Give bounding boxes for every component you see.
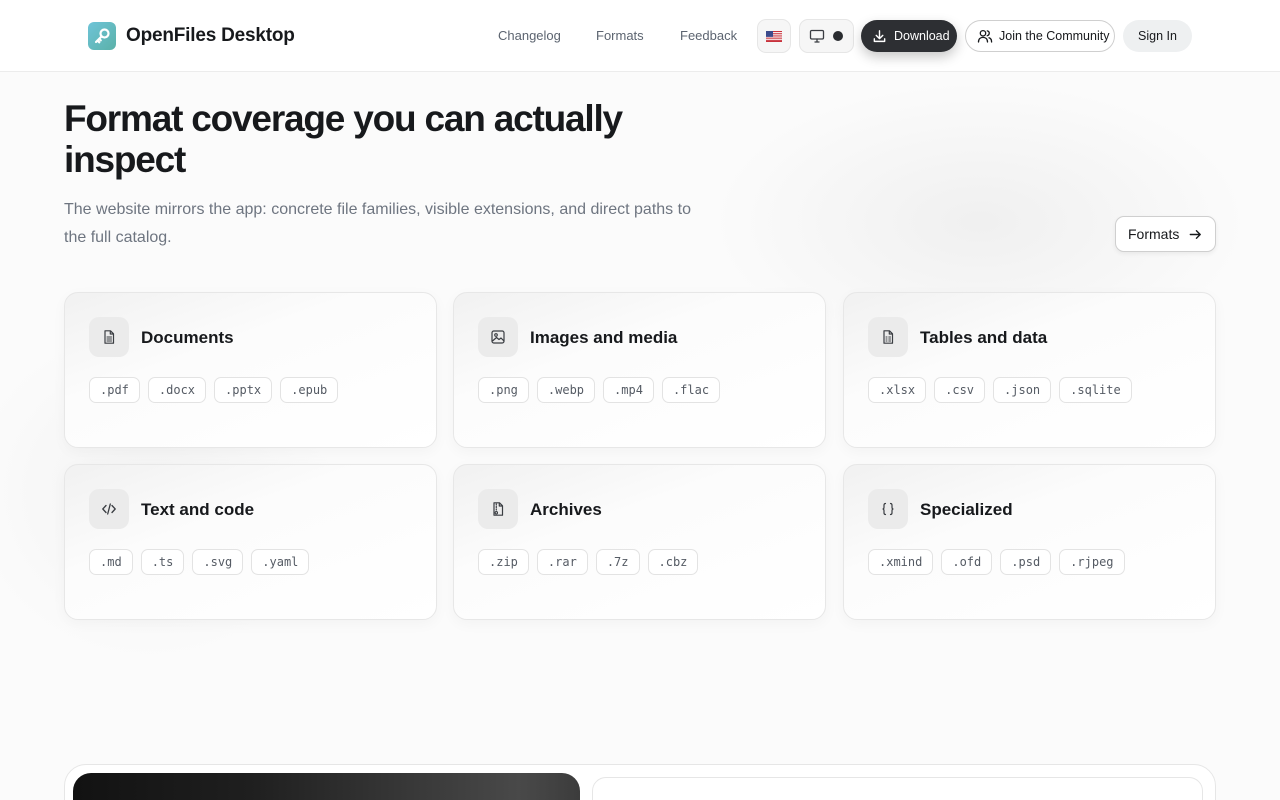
category-card-archives[interactable]: Archives .zip .rar .7z .cbz (453, 464, 826, 620)
category-card-text-and-code[interactable]: Text and code .md .ts .svg .yaml (64, 464, 437, 620)
code-icon (89, 489, 129, 529)
extension-chip[interactable]: .zip (478, 549, 529, 575)
extension-chip[interactable]: .psd (1000, 549, 1052, 575)
extension-chip[interactable]: .ofd (941, 549, 993, 575)
extension-chip[interactable]: .svg (192, 549, 244, 575)
theme-dot-icon (833, 31, 843, 41)
logo-key-icon (88, 22, 116, 50)
document-icon (89, 317, 129, 357)
extension-list: .zip .rar .7z .cbz (478, 549, 699, 575)
spreadsheet-icon (868, 317, 908, 357)
category-title: Documents (141, 328, 234, 347)
brand-name: OpenFiles Desktop (126, 25, 295, 46)
extension-list: .xmind .ofd .psd .rjpeg (868, 549, 1125, 575)
brand[interactable]: OpenFiles Desktop (88, 22, 295, 50)
extension-chip[interactable]: .mp4 (603, 377, 654, 403)
extension-chip[interactable]: .ts (140, 549, 185, 575)
extension-chip[interactable]: .pptx (214, 377, 273, 403)
nav-link-changelog[interactable]: Changelog (498, 28, 561, 43)
category-card-tables-and-data[interactable]: Tables and data .xlsx .csv .json .sqlite (843, 292, 1216, 448)
formats-button-label: Formats (1128, 226, 1180, 242)
extension-list: .xlsx .csv .json .sqlite (868, 377, 1132, 403)
extension-chip[interactable]: .webp (536, 377, 596, 403)
category-card-images-and-media[interactable]: Images and media .png .webp .mp4 .flac (453, 292, 826, 448)
monitor-icon (809, 29, 825, 43)
nav-link-formats[interactable]: Formats (596, 28, 644, 43)
download-icon (873, 29, 886, 42)
category-title: Specialized (920, 500, 1013, 519)
preview-light-card (592, 777, 1203, 800)
page-subtitle: The website mirrors the app: concrete fi… (64, 201, 691, 246)
download-label: Download (894, 29, 950, 43)
extension-chip[interactable]: .flac (661, 377, 721, 403)
join-community-button[interactable]: Join the Community (965, 20, 1115, 52)
extension-chip[interactable]: .docx (147, 377, 207, 403)
extension-chip[interactable]: .sqlite (1059, 377, 1132, 403)
extension-chip[interactable]: .md (89, 549, 133, 575)
braces-icon (868, 489, 908, 529)
category-card-documents[interactable]: Documents .pdf .docx .pptx .epub (64, 292, 437, 448)
sign-in-button[interactable]: Sign In (1123, 20, 1192, 52)
extension-chip[interactable]: .rjpeg (1059, 549, 1125, 575)
extension-list: .pdf .docx .pptx .epub (89, 377, 339, 403)
language-selector-button[interactable] (757, 19, 791, 53)
extension-chip[interactable]: .epub (280, 377, 339, 403)
archive-icon (478, 489, 518, 529)
extension-list: .png .webp .mp4 .flac (478, 377, 721, 403)
category-card-specialized[interactable]: Specialized .xmind .ofd .psd .rjpeg (843, 464, 1216, 620)
extension-chip[interactable]: .yaml (251, 549, 310, 575)
formats-button[interactable]: Formats (1115, 216, 1216, 252)
extension-chip[interactable]: .7z (595, 549, 640, 575)
image-icon (478, 317, 518, 357)
join-community-label: Join the Community (999, 29, 1110, 43)
category-title: Tables and data (920, 328, 1048, 347)
arrow-right-icon (1189, 229, 1202, 239)
nav-link-feedback[interactable]: Feedback (680, 28, 737, 43)
preview-dark-card (73, 773, 580, 800)
users-icon (977, 29, 993, 43)
category-title: Text and code (141, 500, 255, 519)
theme-toggle[interactable] (799, 19, 854, 53)
extension-chip[interactable]: .rar (536, 549, 588, 575)
extension-chip[interactable]: .xmind (868, 549, 934, 575)
extension-chip[interactable]: .cbz (647, 549, 699, 575)
category-title: Images and media (530, 328, 678, 347)
category-title: Archives (530, 500, 602, 519)
page-title: Format coverage you can actually inspect (64, 98, 623, 180)
extension-chip[interactable]: .json (993, 377, 1052, 403)
extension-chip[interactable]: .png (478, 377, 529, 403)
top-navigation-bar: OpenFiles Desktop Changelog Formats Feed… (0, 0, 1280, 72)
extension-chip[interactable]: .pdf (89, 377, 140, 403)
download-button[interactable]: Download (861, 20, 957, 52)
extension-chip[interactable]: .csv (934, 377, 986, 403)
extension-list: .md .ts .svg .yaml (89, 549, 310, 575)
us-flag-icon (766, 30, 782, 42)
extension-chip[interactable]: .xlsx (868, 377, 927, 403)
